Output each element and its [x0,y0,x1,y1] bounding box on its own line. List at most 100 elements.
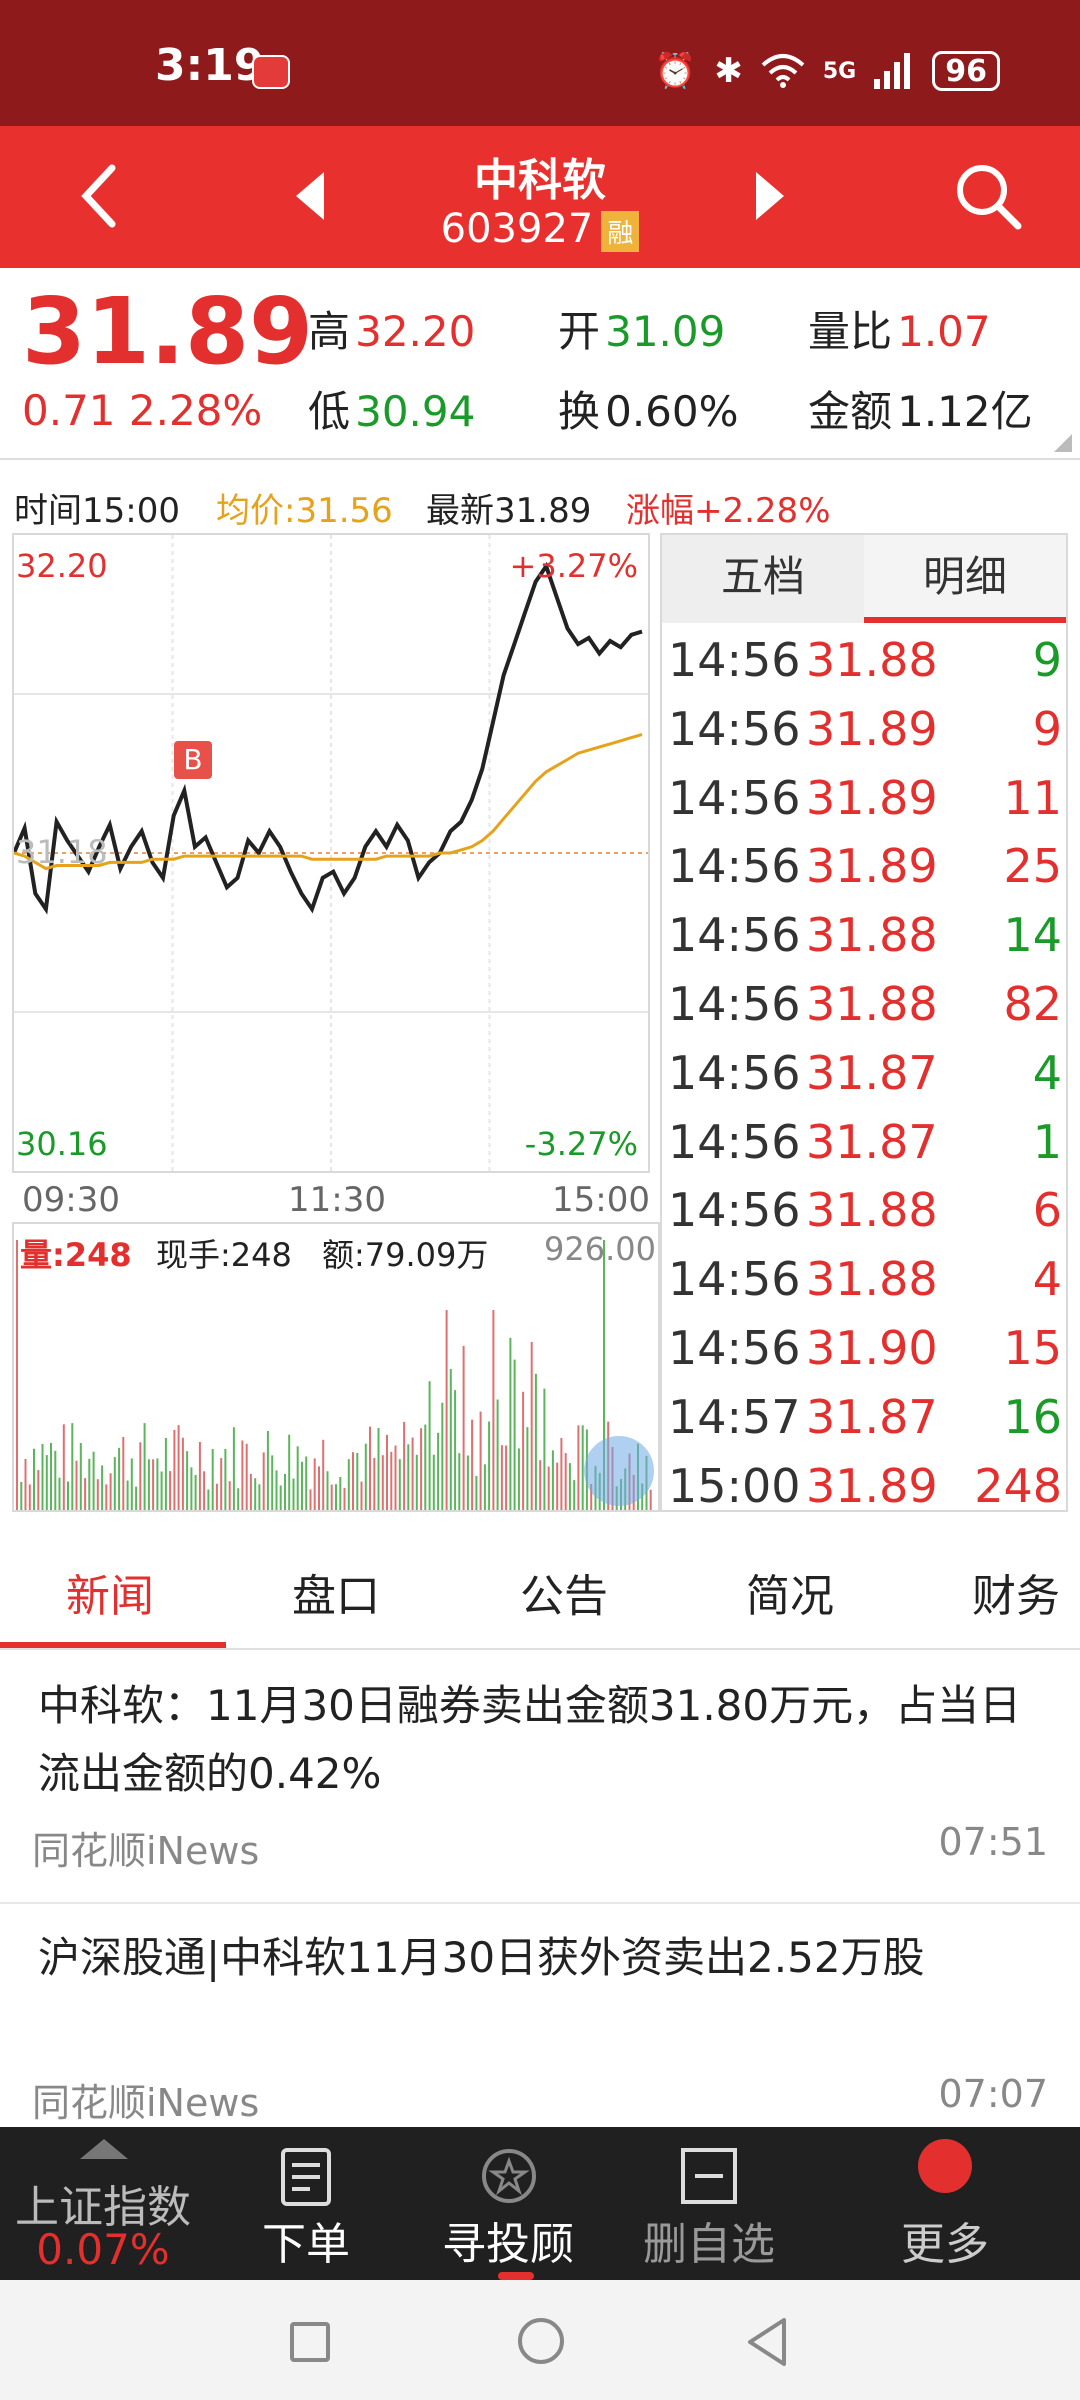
volume-bar [330,1484,333,1510]
volume-bar [186,1451,189,1510]
volume-bar [84,1478,87,1510]
detail-volume: 4 [1032,1252,1062,1307]
order-button[interactable]: 下单 [226,2127,386,2280]
margin-badge: 融 [601,210,640,252]
news-item[interactable]: 沪深股通|中科软11月30日获外资卖出2.52万股 同花顺iNews 07:07 [0,1904,1080,2127]
volume-max: 926.00 [544,1230,656,1268]
low-label: 低 [308,387,351,436]
volume-bar [194,1474,197,1510]
advisor-label: 寻投顾 [442,2219,574,2270]
tab-detail[interactable]: 明细 [864,535,1066,623]
volume-bar [88,1458,91,1510]
volume-bar [407,1444,410,1510]
volume-bar [139,1442,142,1510]
high-label: 高 [308,307,351,356]
volume-bar [41,1444,44,1510]
buy-marker[interactable]: B [174,741,212,779]
news-title: 沪深股通|中科软11月30日获外资卖出2.52万股 [38,1933,925,1982]
detail-row: 14:56 31.89 11 [662,771,1066,839]
more-button[interactable]: 更多 [860,2127,1030,2280]
detail-price: 31.87 [806,1114,938,1169]
volume-bar [415,1454,418,1510]
vol-ratio-value: 1.07 [897,307,991,356]
index-ticker[interactable]: 上证指数 0.07% [0,2127,206,2280]
bluetooth-icon: ✱ [714,51,743,91]
remove-icon [681,2148,737,2204]
volume-bar [33,1448,35,1510]
next-stock-icon[interactable] [756,172,784,220]
volume-bar [560,1438,563,1510]
fullscreen-icon[interactable] [584,1436,654,1506]
detail-price: 31.88 [806,908,938,963]
news-item[interactable]: 中科软：11月30日融券卖出金额31.80万元，占当日流出金额的0.42% 同花… [0,1650,1080,1902]
volume-bar [398,1459,401,1510]
detail-row: 14:56 31.89 25 [662,839,1066,907]
volume-bar [356,1453,359,1510]
tab-news[interactable]: 新闻 [66,1560,154,1624]
volume-bar [496,1399,499,1510]
search-icon[interactable] [950,158,1024,232]
info-latest: 最新31.89 [426,491,592,531]
detail-price: 31.89 [806,770,938,825]
alarm-icon: ⏰ [654,51,697,91]
volume-bar [232,1427,235,1510]
tab-five-levels[interactable]: 五档 [662,535,864,623]
volume-bar [420,1428,423,1510]
volume-bar [335,1484,337,1510]
detail-volume: 82 [1003,977,1062,1031]
more-icon [918,2139,972,2193]
volume-bar [522,1391,525,1510]
tab-announcements[interactable]: 公告 [520,1560,608,1624]
bottom-action-bar: 上证指数 0.07% 下单 寻投顾 删自选 更多 [0,2127,1080,2280]
detail-time: 14:56 [668,770,801,825]
news-tab-indicator [0,1642,226,1648]
volume-bar [373,1457,376,1510]
detail-price: 31.87 [806,1045,938,1100]
detail-volume: 9 [1032,633,1062,687]
back-nav-icon[interactable] [744,2316,790,2368]
volume-bar [309,1489,312,1510]
volume-bar [258,1484,261,1510]
volume-bar [58,1477,61,1510]
volume-bar [437,1432,440,1510]
tab-handicap[interactable]: 盘口 [292,1560,380,1624]
trade-detail-panel: 五档 明细 14:56 31.88 9 14:56 31.89 9 14:56 31.89 11… [660,533,1068,1513]
stock-code-row: 603927 融 [0,206,1080,252]
volume-bar [462,1345,465,1510]
recents-icon[interactable] [290,2322,330,2362]
order-label: 下单 [262,2219,350,2270]
intraday-chart[interactable]: 32.20 +3.27% 31.18 30.16 -3.27% B [12,533,650,1173]
home-icon[interactable] [518,2318,564,2364]
volume-bar [284,1473,286,1510]
chart-top-pct: +3.27% [509,547,638,585]
volume-bar [505,1445,508,1510]
volume-bar [241,1440,244,1510]
volume-bar [24,1459,27,1510]
volume-bar [483,1464,486,1510]
tab-finance[interactable]: 财务 [972,1560,1060,1624]
volume-bar [458,1453,461,1510]
detail-row: 14:56 31.89 9 [662,702,1066,770]
news-source: 同花顺iNews [32,1829,260,1873]
advisor-button[interactable]: 寻投顾 [420,2127,596,2280]
detail-volume: 14 [1003,908,1062,963]
volume-bar [96,1479,99,1510]
remove-watchlist-button[interactable]: 删自选 [624,2127,794,2280]
expand-corner-icon[interactable] [1054,434,1072,452]
detail-time: 14:57 [668,1389,801,1444]
news-time: 07:51 [938,1820,1048,1864]
high-value: 32.20 [355,307,476,356]
volume-bar [71,1423,74,1510]
news-tabs: 新闻 盘口 公告 简况 财务 [0,1530,1080,1650]
news-source: 同花顺iNews [32,2081,260,2125]
tab-profile[interactable]: 简况 [746,1560,834,1624]
expand-up-icon [80,2139,128,2159]
volume-bar [75,1460,78,1510]
volume-bar [513,1359,516,1510]
volume-bar [369,1426,371,1510]
price-line [14,561,643,915]
volume-bar [326,1471,329,1510]
detail-row: 14:56 31.90 15 [662,1321,1066,1389]
detail-time: 14:56 [668,1321,801,1375]
volume-chart[interactable]: 量:248 现手:248 额:79.09万 926.00 [12,1222,660,1512]
